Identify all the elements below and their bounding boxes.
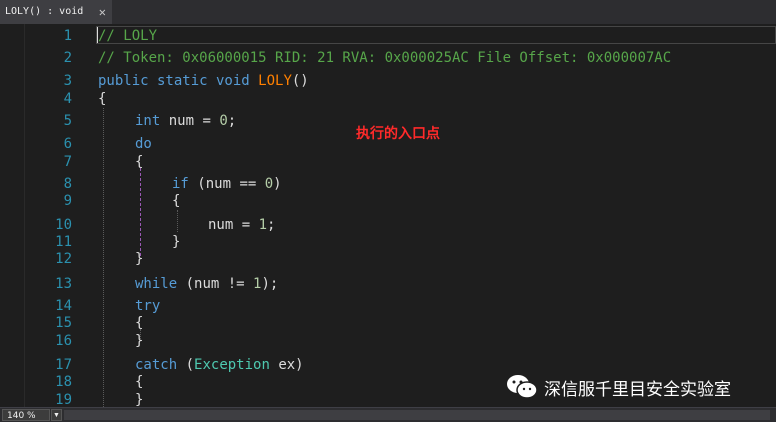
line-number: 19 [55,392,72,407]
method-name: LOLY [258,73,292,89]
punct: ; [227,113,237,129]
code-line-brace: } [135,251,144,267]
line-number: 10 [55,217,72,233]
line-number: 6 [63,136,72,152]
line-number: 2 [63,50,72,66]
tab-label: LOLY() : void [5,6,84,17]
code-line-brace: { [135,315,144,331]
type-name: Exception [194,357,270,373]
line-number: 13 [55,276,72,292]
number: 1 [258,217,268,233]
indent-guide [140,168,141,256]
entry-point-annotation: 执行的入口点 [356,126,440,142]
line-number: 17 [55,357,72,373]
code-line-brace: } [135,333,144,349]
line-number: 14 [55,298,72,314]
code-line-comment: // LOLY [98,28,158,44]
code-text: num = [168,113,220,129]
watermark-text: 深信服千里目安全实验室 [544,379,731,400]
code-line-token-comment: // Token: 0x06000015 RID: 21 RVA: 0x0000… [98,50,672,66]
code-line-brace: { [172,193,181,209]
indent-guide [177,210,178,232]
line-number: 15 [55,315,72,331]
line-number: 11 [55,234,72,250]
code-line-catch: catch (Exception ex) [135,356,304,374]
number: 0 [219,113,228,129]
gutter-divider [24,24,25,407]
horizontal-scrollbar[interactable] [64,410,770,420]
chevron-down-icon[interactable]: ▼ [51,409,62,421]
punct: () [291,73,309,89]
code-line-brace: } [172,234,181,250]
line-number: 1 [63,28,72,44]
code-line-if: if (num == 0) [172,175,282,193]
line-number: 9 [63,193,72,209]
line-number: 8 [63,176,72,192]
punct: ) [273,176,282,192]
punct: ; [267,217,276,233]
close-icon[interactable]: ✕ [99,0,106,24]
indent-guide [103,108,104,407]
code-text: ex) [269,357,304,373]
code-text: (num != [185,276,254,292]
zoom-select[interactable]: 140 % [2,409,50,421]
tab-bar: LOLY() : void ✕ [0,0,776,25]
line-number: 7 [63,154,72,170]
code-line-while: while (num != 1); [135,275,278,293]
code-line-brace: { [135,154,144,170]
keyword: int [135,113,161,129]
code-line-do: do [135,136,152,152]
code-line-try: try [135,298,161,314]
code-text: num = [208,217,259,233]
line-number: 4 [63,91,72,107]
watermark: 深信服千里目安全实验室 [506,374,731,400]
code-line-brace: } [135,392,144,407]
code-line-brace: { [135,374,144,390]
code-editor[interactable]: 1 2 3 4 5 6 7 8 9 10 11 12 13 14 15 16 1… [0,24,776,407]
code-text: (num == [197,176,265,192]
status-bar: 140 % ▼ [0,407,776,422]
number: 0 [264,176,274,192]
code-line-declaration: int num = 0; [135,112,236,130]
code-line-method-signature: public static void LOLY() [98,72,309,90]
keyword: public static void [98,73,250,89]
punct: ( [185,357,195,373]
keyword: catch [135,357,178,373]
current-line-highlight [96,26,776,44]
line-number: 16 [55,333,72,349]
line-number: 5 [63,113,72,129]
line-number: 18 [55,374,72,390]
code-line-brace: { [98,91,107,107]
punct: ); [261,276,279,292]
tab-loly[interactable]: LOLY() : void ✕ [0,0,112,24]
code-line-assignment: num = 1; [208,216,275,234]
keyword: while [135,276,178,292]
wechat-icon [507,375,538,399]
keyword: if [172,176,189,192]
line-number: 3 [63,73,72,89]
line-number: 12 [55,251,72,267]
